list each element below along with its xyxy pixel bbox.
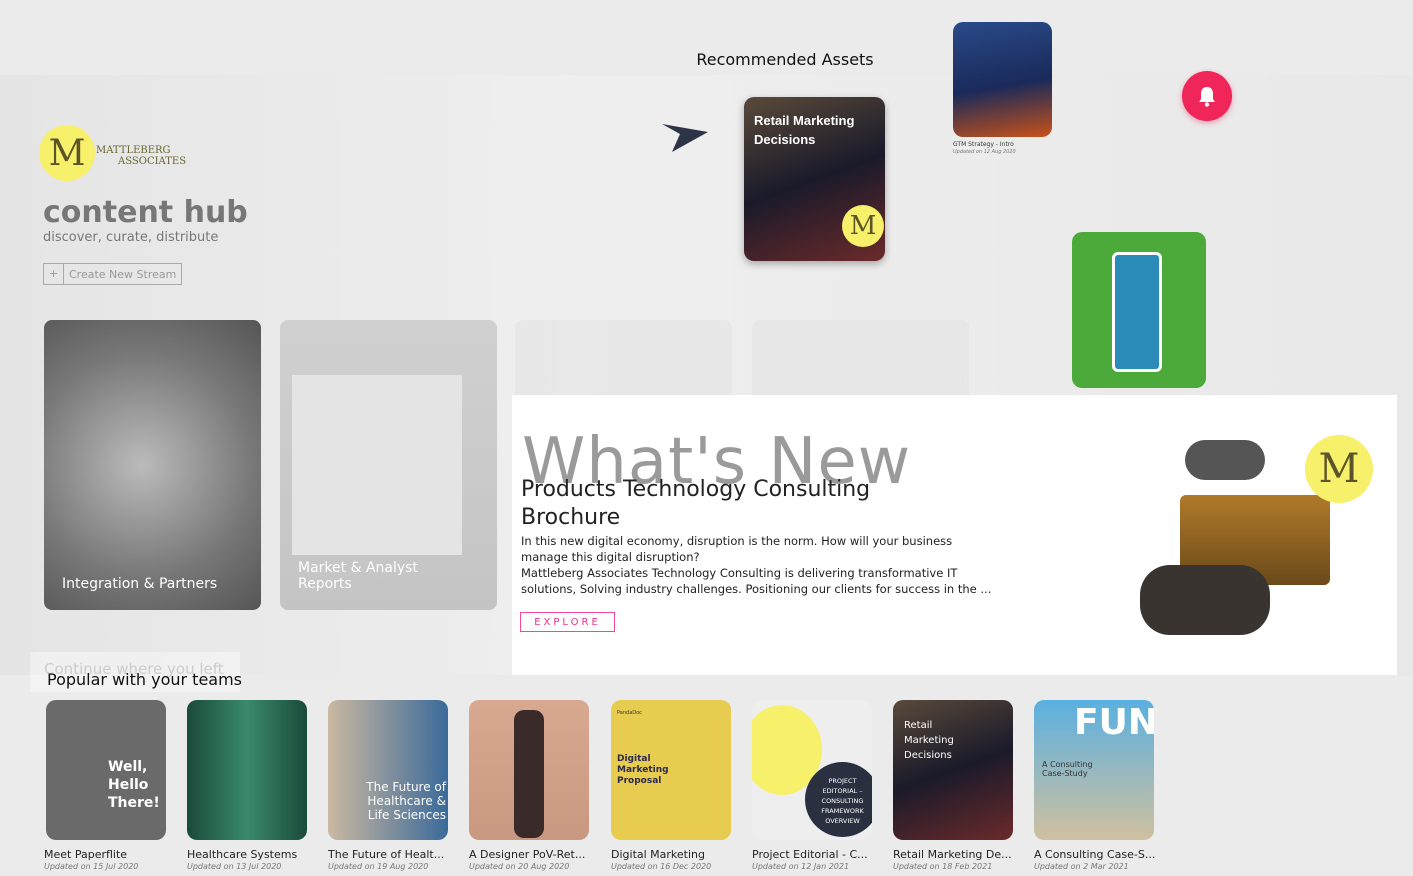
thumbnail-text: The Future of Healthcare & Life Sciences	[366, 780, 446, 822]
thumbnail-text: Well, Hello There!	[108, 759, 160, 811]
description-paragraph: Mattleberg Associates Technology Consult…	[521, 566, 992, 596]
asset-thumbnail[interactable]: PROJECT EDITORIAL – CONSULTING FRAMEWORK…	[752, 700, 872, 840]
stream-label: Market & Analyst Reports	[298, 560, 418, 592]
asset-title[interactable]: Digital Marketing	[611, 848, 705, 861]
thumbnail-text: A Consulting Case-Study	[1042, 760, 1093, 778]
healthcare-illustration-card[interactable]	[1072, 232, 1206, 388]
logo-letter: M	[48, 132, 86, 174]
asset-date: Updated on 12 Aug 2020	[953, 149, 1016, 155]
asset-title[interactable]: A Designer PoV-Ret...	[469, 848, 585, 861]
brand-line2: ASSOCIATES	[118, 156, 187, 167]
brand-name: MATTLEBERG ASSOCIATES	[96, 145, 186, 167]
asset-thumbnail[interactable]: PandaDoc Digital Marketing Proposal	[611, 700, 731, 840]
stream-card[interactable]: Market & Analyst Reports	[280, 320, 497, 610]
asset-date: Updated on 13 Jul 2020	[187, 862, 282, 871]
robot-image: M	[1140, 435, 1380, 645]
asset-date: Updated on 19 Aug 2020	[328, 862, 429, 871]
thumbnail-brand: FUN	[1074, 702, 1154, 743]
page-subtitle: discover, curate, distribute	[43, 230, 219, 245]
featured-asset-card[interactable]: Retail Marketing Decisions M	[744, 97, 885, 261]
asset-title[interactable]: The Future of Healt...	[328, 848, 444, 861]
thumbnail-brand: PandaDoc	[617, 710, 642, 716]
asset-title[interactable]: Healthcare Systems	[187, 848, 297, 861]
asset-thumbnail[interactable]	[469, 700, 589, 840]
bell-icon	[1199, 87, 1215, 107]
whats-new-description: In this new digital economy, disruption …	[521, 533, 1001, 597]
asset-logo: M	[842, 205, 884, 247]
asset-date: Updated on 20 Aug 2020	[469, 862, 570, 871]
brand-line1: MATTLEBERG	[96, 145, 171, 156]
asset-date: Updated on 18 Feb 2021	[893, 862, 993, 871]
asset-thumbnail[interactable]	[187, 700, 307, 840]
plus-icon: +	[44, 264, 64, 284]
explore-button[interactable]: EXPLORE	[520, 612, 615, 632]
asset-overlay-title: Retail Marketing Decisions	[754, 113, 855, 147]
gtm-asset-card[interactable]	[953, 22, 1052, 137]
asset-title[interactable]: A Consulting Case-S...	[1034, 848, 1155, 861]
asset-title: GTM Strategy - Intro	[953, 141, 1014, 148]
stream-card[interactable]: Integration & Partners	[44, 320, 261, 610]
page-title: content hub	[43, 195, 248, 230]
description-paragraph: In this new digital economy, disruption …	[521, 534, 953, 564]
asset-date: Updated on 12 Jan 2021	[752, 862, 850, 871]
asset-title[interactable]: Retail Marketing De...	[893, 848, 1012, 861]
create-stream-label: Create New Stream	[69, 267, 177, 281]
asset-date: Updated on 16 Dec 2020	[611, 862, 712, 871]
asset-thumbnail[interactable]: FUN A Consulting Case-Study	[1034, 700, 1154, 840]
thumbnail-text: Retail Marketing Decisions	[904, 720, 954, 761]
asset-title[interactable]: Meet Paperflite	[44, 848, 127, 861]
asset-thumbnail[interactable]: Well, Hello There!	[46, 700, 166, 840]
brand-logo: M	[39, 125, 95, 181]
asset-title[interactable]: Project Editorial - C...	[752, 848, 868, 861]
recommended-title: Recommended Assets	[696, 50, 874, 69]
stream-label: Integration & Partners	[62, 576, 218, 592]
create-stream-button[interactable]: + Create New Stream	[43, 263, 183, 285]
asset-thumbnail[interactable]: Retail Marketing Decisions	[893, 700, 1013, 840]
popular-title: Popular with your teams	[47, 670, 243, 689]
asset-thumbnail[interactable]: The Future of Healthcare & Life Sciences	[328, 700, 448, 840]
notification-button[interactable]	[1182, 71, 1232, 121]
thumbnail-text: PROJECT EDITORIAL – CONSULTING FRAMEWORK…	[805, 762, 872, 837]
send-arrow-icon	[662, 124, 708, 152]
thumbnail-text: Digital Marketing Proposal	[617, 754, 669, 786]
asset-date: Updated on 2 Mar 2021	[1034, 862, 1129, 871]
asset-date: Updated on 15 Jul 2020	[44, 862, 139, 871]
whats-new-title: Products Technology Consulting Brochure	[521, 477, 871, 530]
whats-new-logo: M	[1305, 435, 1373, 503]
